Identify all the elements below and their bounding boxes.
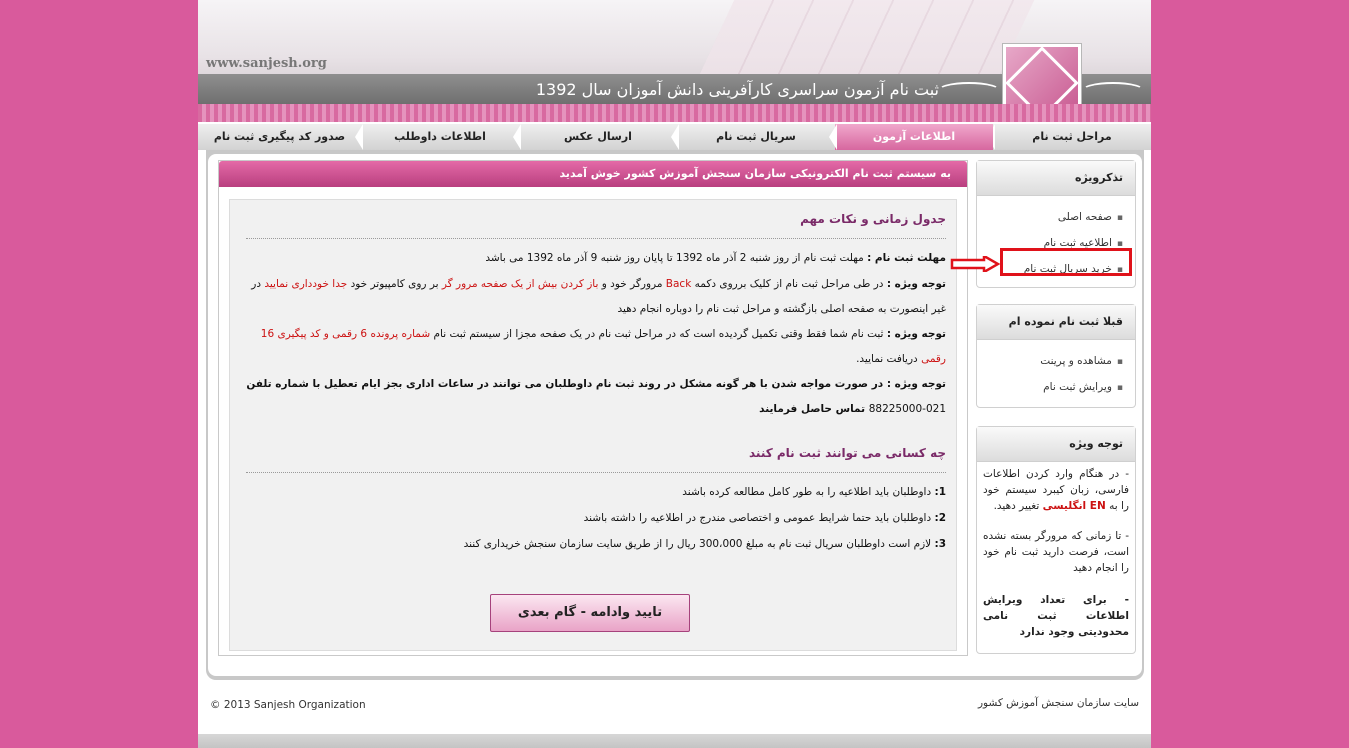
note1-red-1: باز کردن بیش از یک صفحه مرور گر <box>441 278 599 290</box>
list-item-number: 1: <box>934 486 946 498</box>
reminder-title: تذکرویژه <box>977 161 1135 196</box>
note-paragraph-3: توجه ویژه : در صورت مواجه شدن با هر گونه… <box>246 372 946 422</box>
support-phone: 021-88225000 <box>868 403 946 415</box>
notice-2: - تا زمانی که مرورگر بسته نشده است، فرصت… <box>983 530 1129 574</box>
notice-3: - برای تعداد ویرایش اطلاعات ثبت نامی محد… <box>983 594 1129 638</box>
registered-title: قبلا ثبت نام نموده ام <box>977 305 1135 340</box>
main-wrapper: به سیستم ثبت نام الکترونیکی سازمان سنجش … <box>206 150 1144 680</box>
note-paragraph-2: توجه ویژه : ثبت نام شما فقط وقتی تکمیل گ… <box>246 322 946 372</box>
sidebar-link-edit[interactable]: ▪ ویرایش ثبت نام <box>977 374 1135 400</box>
deadline-label: مهلت ثبت نام : <box>867 252 946 264</box>
nav-registration-serial[interactable]: سریال ثبت نام <box>671 124 835 150</box>
page: www.sanjesh.org ثبت نام آزمون سراسری کار… <box>198 0 1151 748</box>
sidebar-link-home[interactable]: ▪ صفحه اصلی <box>977 204 1135 230</box>
deadline-text: مهلت ثبت نام از روز شنبه 2 آذر ماه 1392 … <box>485 252 864 264</box>
bullet-icon: ▪ <box>1116 213 1123 223</box>
site-url: www.sanjesh.org <box>206 56 327 71</box>
nav-send-photo[interactable]: ارسال عکس <box>513 124 677 150</box>
list-item-text: داوطلبان باید اطلاعیه را به طور کامل مطا… <box>682 486 932 498</box>
highlight-annotation-box <box>1000 248 1132 276</box>
bullet-icon: ▪ <box>1116 383 1123 393</box>
footer-site-name: سایت سازمان سنجش آموزش کشور <box>977 697 1139 709</box>
main-nav: مراحل ثبت نام اطلاعات آزمون سریال ثبت نا… <box>198 124 1151 150</box>
divider <box>246 472 946 473</box>
arrow-right-icon <box>950 256 1000 272</box>
header-title: ثبت نام آزمون سراسری کارآفرینی دانش آموز… <box>535 80 939 99</box>
ornament-icon <box>937 82 1001 100</box>
header: www.sanjesh.org ثبت نام آزمون سراسری کار… <box>198 0 1151 104</box>
note1-text-a: در طی مراحل ثبت نام از کلیک برروی دکمه <box>694 278 884 290</box>
nav-registration-steps[interactable]: مراحل ثبت نام <box>987 124 1151 150</box>
note-label: توجه ویژه : <box>886 328 946 340</box>
list-item: 1: داوطلبان باید اطلاعیه را به طور کامل … <box>246 480 946 505</box>
sidebar-link-label: صفحه اصلی <box>1057 211 1112 223</box>
nav-tracking-code[interactable]: صدور کد پیگیری ثبت نام <box>198 124 361 150</box>
sidebar-link-label: مشاهده و پرینت <box>1040 355 1112 367</box>
list-item-text: داوطلبان باید حتما شرایط عمومی و اختصاصی… <box>583 512 932 524</box>
section-title-schedule: جدول زمانی و نکات مهم <box>800 212 946 226</box>
note1-text-c: بر روی کامپیوتر خود <box>350 278 439 290</box>
note-label: توجه ویژه : <box>886 278 946 290</box>
note1-back: Back <box>665 278 692 290</box>
content-body: جدول زمانی و نکات مهم مهلت ثبت نام : مهل… <box>229 199 957 651</box>
notice-box: توجه ویژه - در هنگام وارد کردن اطلاعات ف… <box>976 426 1136 654</box>
note2-text-a: ثبت نام شما فقط وقتی تکمیل گردیده است که… <box>433 328 884 340</box>
decorative-band <box>198 104 1151 122</box>
note1-text-b: مرورگر خود و <box>601 278 663 290</box>
list-item: 2: داوطلبان باید حتما شرایط عمومی و اختص… <box>246 506 946 531</box>
footer: © 2013 Sanjesh Organization سایت سازمان … <box>198 686 1151 726</box>
list-item: 3: لازم است داوطلبان سریال ثبت نام به مب… <box>246 532 946 557</box>
notice-1-red: EN انگلیسی <box>1042 500 1106 512</box>
sanjesh-logo <box>1003 44 1081 104</box>
continue-button[interactable]: تایید وادامه - گام بعدی <box>490 594 690 632</box>
header-background-art <box>697 0 1039 80</box>
section-title-eligibility: چه کسانی می توانند ثبت نام کنند <box>748 446 946 460</box>
note3-text-b: تماس حاصل فرمایند <box>759 403 866 415</box>
sidebar-link-view-print[interactable]: ▪ مشاهده و پرینت <box>977 348 1135 374</box>
sidebar-link-label: ویرایش ثبت نام <box>1043 381 1112 393</box>
deadline-paragraph: مهلت ثبت نام : مهلت ثبت نام از روز شنبه … <box>246 246 946 271</box>
ornament-icon <box>1081 82 1145 100</box>
notice-title: توجه ویژه <box>977 427 1135 462</box>
notice-1: - در هنگام وارد کردن اطلاعات فارسی، زبان… <box>977 462 1135 518</box>
note2-text-b: دریافت نمایید. <box>856 353 918 365</box>
welcome-title: به سیستم ثبت نام الکترونیکی سازمان سنجش … <box>219 161 967 187</box>
list-item-number: 2: <box>934 512 946 524</box>
divider <box>246 238 946 239</box>
bottom-strip <box>198 734 1151 748</box>
bullet-icon: ▪ <box>1116 357 1123 367</box>
nav-exam-info[interactable]: اطلاعات آزمون <box>829 124 993 150</box>
content-panel: به سیستم ثبت نام الکترونیکی سازمان سنجش … <box>218 160 968 656</box>
note-label: توجه ویژه : <box>886 378 946 390</box>
note-paragraph-1: توجه ویژه : در طی مراحل ثبت نام از کلیک … <box>246 272 946 322</box>
note3-text-a: در صورت مواجه شدن با هر گونه مشکل در رون… <box>246 378 884 390</box>
nav-candidate-info[interactable]: اطلاعات داوطلب <box>355 124 519 150</box>
list-item-number: 3: <box>934 538 946 550</box>
notice-1-text-b: تغییر دهید. <box>993 500 1040 512</box>
registered-box: قبلا ثبت نام نموده ام ▪ مشاهده و پرینت ▪ و… <box>976 304 1136 408</box>
list-item-text: لازم است داوطلبان سریال ثبت نام به مبلغ … <box>463 538 932 550</box>
copyright: © 2013 Sanjesh Organization <box>210 699 366 711</box>
main-inner: به سیستم ثبت نام الکترونیکی سازمان سنجش … <box>208 154 1142 676</box>
note1-red-2: جدا خودداری نمایید <box>264 278 348 290</box>
